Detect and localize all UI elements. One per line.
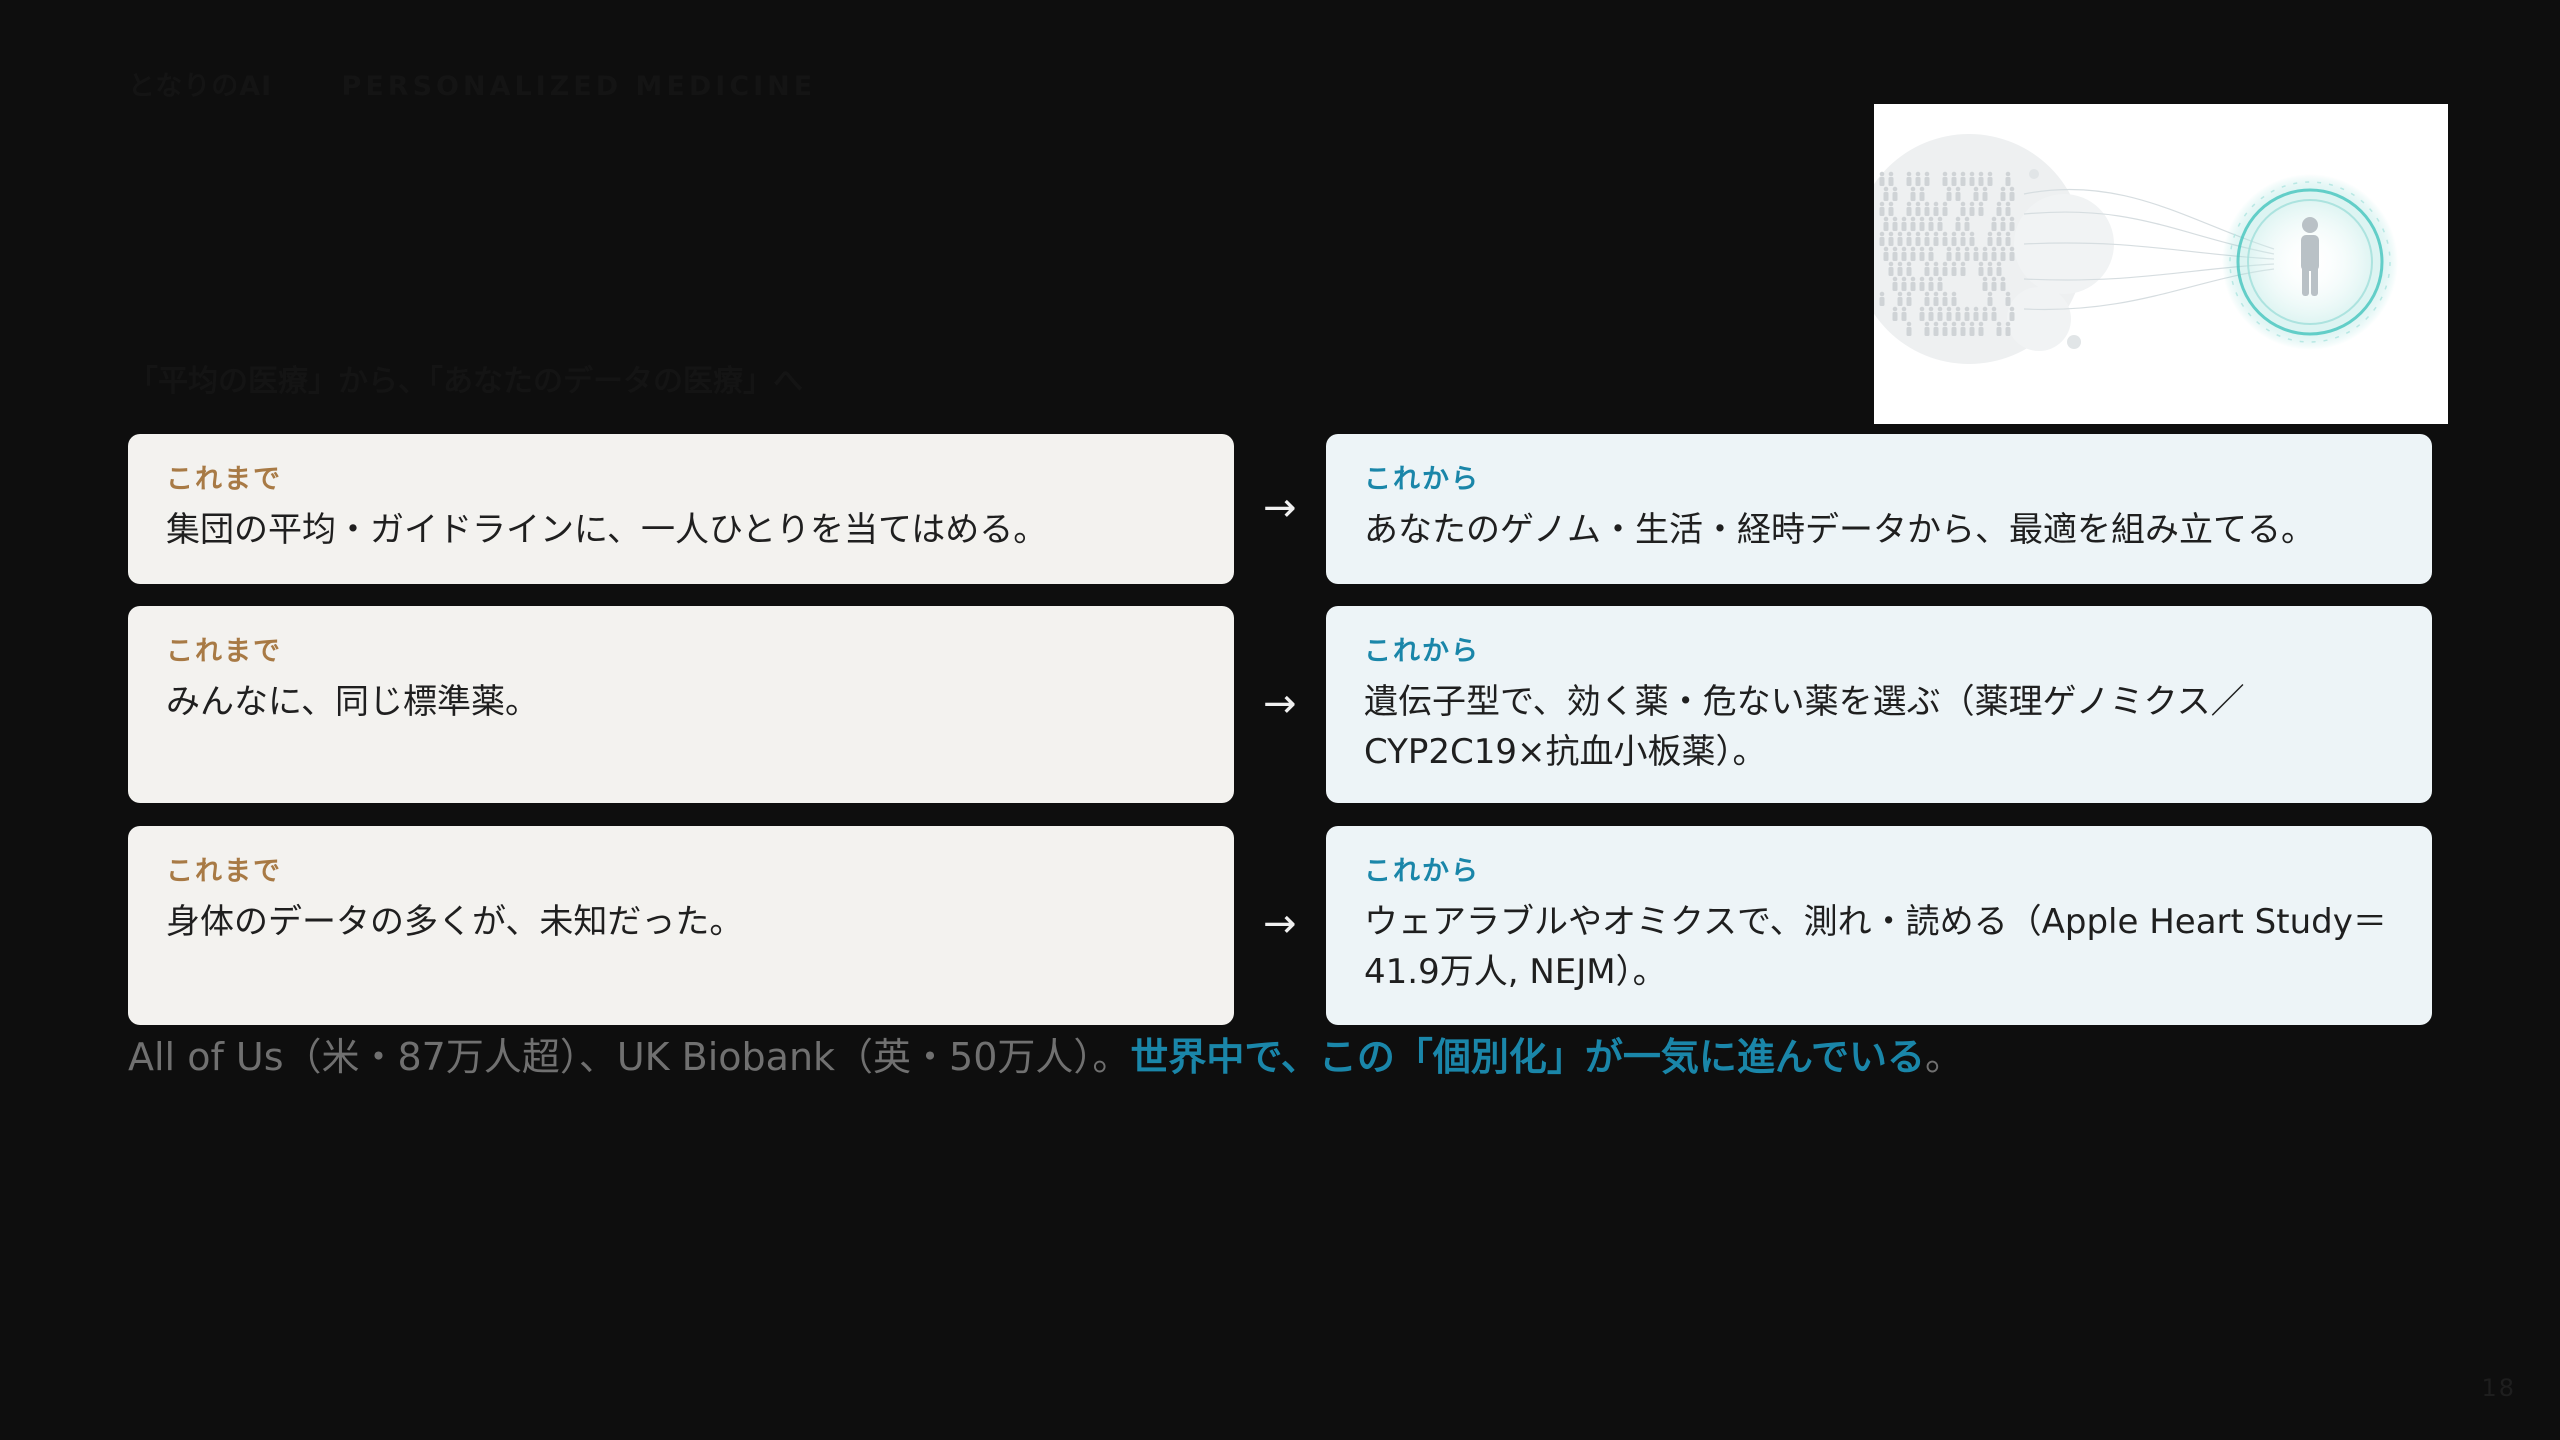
after-text: 遺伝子型で、効く薬・危ない薬を選ぶ（薬理ゲノミクス／CYP2C19×抗血小板薬）… bbox=[1364, 682, 2245, 772]
after-card: これから 遺伝子型で、効く薬・危ない薬を選ぶ（薬理ゲノミクス／CYP2C19×抗… bbox=[1326, 606, 2432, 803]
section-label: PERSONALIZED MEDICINE bbox=[341, 71, 817, 102]
before-tag: これまで bbox=[166, 464, 282, 495]
comparison-row: これまで 身体のデータの多くが、未知だった。 → これから ウェアラブルやオミク… bbox=[128, 826, 2432, 1025]
person-in-circle-icon bbox=[1874, 134, 2398, 364]
after-tag: これから bbox=[1364, 856, 1480, 887]
footer-highlight-text: 世界中で、この「個別化」が一気に進んでいる bbox=[1130, 1035, 1925, 1079]
arrow-right-icon: → bbox=[1263, 681, 1297, 727]
after-card: これから ウェアラブルやオミクスで、測れ・読める（Apple Heart Stu… bbox=[1326, 826, 2432, 1025]
after-text: あなたのゲノム・生活・経時データから、最適を組み立てる。 bbox=[1364, 510, 2315, 551]
before-card: これまで 身体のデータの多くが、未知だった。 bbox=[128, 826, 1234, 1025]
after-tag: これから bbox=[1364, 464, 1480, 495]
arrow-right-icon: → bbox=[1263, 485, 1297, 531]
before-text: 身体のデータの多くが、未知だった。 bbox=[166, 902, 744, 943]
comparison-row: これまで 集団の平均・ガイドラインに、一人ひとりを当てはめる。 → これから あ… bbox=[128, 434, 2432, 584]
footer-note: All of Us（米・87万人超）、UK Biobank（英・50万人）。世界… bbox=[128, 1026, 1963, 1081]
arrow-right-icon: → bbox=[1263, 901, 1297, 947]
brand-label: となりのAI bbox=[128, 71, 273, 102]
hero-illustration bbox=[1874, 104, 2448, 424]
after-text: ウェアラブルやオミクスで、測れ・読める（Apple Heart Study＝41… bbox=[1364, 902, 2387, 992]
before-text: 集団の平均・ガイドラインに、一人ひとりを当てはめる。 bbox=[166, 510, 1048, 551]
after-tag: これから bbox=[1364, 636, 1480, 667]
comparison-row: これまで みんなに、同じ標準薬。 → これから 遺伝子型で、効く薬・危ない薬を選… bbox=[128, 606, 2432, 803]
slide-subtitle: 「平均の医療」から、「あなたのデータの医療」へ bbox=[128, 364, 803, 399]
page-number: 18 bbox=[2481, 1374, 2516, 1402]
after-card: これから あなたのゲノム・生活・経時データから、最適を組み立てる。 bbox=[1326, 434, 2432, 584]
before-tag: これまで bbox=[166, 636, 282, 667]
footer-end-text: 。 bbox=[1925, 1035, 1964, 1079]
before-card: これまで 集団の平均・ガイドラインに、一人ひとりを当てはめる。 bbox=[128, 434, 1234, 584]
footer-plain-text: All of Us（米・87万人超）、UK Biobank（英・50万人）。 bbox=[128, 1035, 1131, 1079]
slide-header: となりのAI PERSONALIZED MEDICINE bbox=[128, 64, 816, 103]
before-text: みんなに、同じ標準薬。 bbox=[166, 682, 539, 723]
before-card: これまで みんなに、同じ標準薬。 bbox=[128, 606, 1234, 803]
before-tag: これまで bbox=[166, 856, 282, 887]
